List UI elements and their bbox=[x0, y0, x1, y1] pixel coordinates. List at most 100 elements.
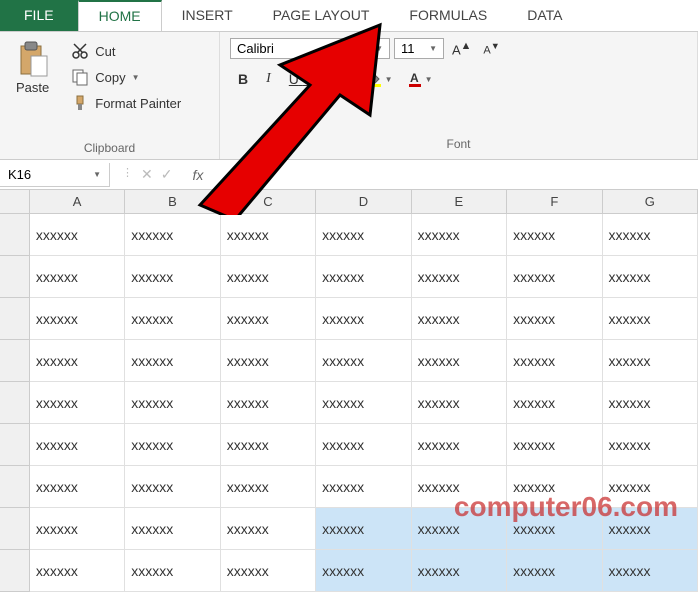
cell[interactable]: xxxxxx bbox=[125, 340, 220, 382]
cell[interactable]: xxxxxx bbox=[125, 508, 220, 550]
column-header[interactable]: B bbox=[125, 190, 220, 214]
tab-formulas[interactable]: FORMULAS bbox=[389, 0, 507, 31]
cell[interactable]: xxxxxx bbox=[221, 424, 316, 466]
cell[interactable]: xxxxxx bbox=[125, 382, 220, 424]
tab-home[interactable]: HOME bbox=[78, 0, 162, 31]
cell[interactable]: xxxxxx bbox=[603, 424, 698, 466]
cell[interactable]: xxxxxx bbox=[507, 508, 602, 550]
column-header[interactable]: E bbox=[412, 190, 507, 214]
cell[interactable]: xxxxxx bbox=[412, 424, 507, 466]
cell[interactable]: xxxxxx bbox=[603, 466, 698, 508]
row-header[interactable] bbox=[0, 466, 30, 508]
cell[interactable]: xxxxxx bbox=[603, 256, 698, 298]
cell[interactable]: xxxxxx bbox=[507, 382, 602, 424]
copy-button[interactable]: Copy ▼ bbox=[67, 66, 185, 88]
cell[interactable]: xxxxxx bbox=[125, 214, 220, 256]
cell[interactable]: xxxxxx bbox=[507, 340, 602, 382]
cell[interactable]: xxxxxx bbox=[30, 298, 125, 340]
column-header[interactable]: G bbox=[603, 190, 698, 214]
row-header[interactable] bbox=[0, 340, 30, 382]
cell[interactable]: xxxxxx bbox=[603, 382, 698, 424]
cell[interactable]: xxxxxx bbox=[316, 550, 411, 592]
cell[interactable]: xxxxxx bbox=[30, 214, 125, 256]
row-header[interactable] bbox=[0, 550, 30, 592]
cell[interactable]: xxxxxx bbox=[412, 214, 507, 256]
cell[interactable]: xxxxxx bbox=[507, 550, 602, 592]
cell[interactable]: xxxxxx bbox=[30, 256, 125, 298]
row-header[interactable] bbox=[0, 298, 30, 340]
cell[interactable]: xxxxxx bbox=[221, 214, 316, 256]
row-header[interactable] bbox=[0, 382, 30, 424]
select-all-corner[interactable] bbox=[0, 190, 30, 214]
cell[interactable]: xxxxxx bbox=[603, 550, 698, 592]
cell[interactable]: xxxxxx bbox=[221, 340, 316, 382]
cell[interactable]: xxxxxx bbox=[316, 424, 411, 466]
bold-button[interactable]: B bbox=[230, 67, 256, 91]
column-header[interactable]: A bbox=[30, 190, 125, 214]
decrease-font-button[interactable]: A▼ bbox=[479, 38, 503, 59]
tab-insert[interactable]: INSERT bbox=[162, 0, 253, 31]
cell[interactable]: xxxxxx bbox=[30, 382, 125, 424]
fx-label[interactable]: fx bbox=[184, 167, 211, 183]
cell[interactable]: xxxxxx bbox=[30, 340, 125, 382]
cell[interactable]: xxxxxx bbox=[603, 298, 698, 340]
cell[interactable]: xxxxxx bbox=[507, 424, 602, 466]
font-size-select[interactable]: 11 ▼ bbox=[394, 38, 444, 59]
row-header[interactable] bbox=[0, 424, 30, 466]
tab-page-layout[interactable]: PAGE LAYOUT bbox=[253, 0, 390, 31]
name-box[interactable]: K16 ▼ bbox=[0, 163, 110, 187]
cell[interactable]: xxxxxx bbox=[30, 508, 125, 550]
cell[interactable]: xxxxxx bbox=[412, 340, 507, 382]
cell[interactable]: xxxxxx bbox=[507, 256, 602, 298]
column-header[interactable]: C bbox=[221, 190, 316, 214]
cell[interactable]: xxxxxx bbox=[221, 298, 316, 340]
cell[interactable]: xxxxxx bbox=[30, 466, 125, 508]
row-header[interactable] bbox=[0, 214, 30, 256]
cell[interactable]: xxxxxx bbox=[30, 550, 125, 592]
cell[interactable]: xxxxxx bbox=[125, 256, 220, 298]
cell[interactable]: xxxxxx bbox=[316, 298, 411, 340]
cell[interactable]: xxxxxx bbox=[603, 214, 698, 256]
cancel-icon[interactable]: ✕ bbox=[141, 166, 153, 183]
cell[interactable]: xxxxxx bbox=[412, 550, 507, 592]
enter-icon[interactable]: ✓ bbox=[161, 166, 173, 183]
row-header[interactable] bbox=[0, 508, 30, 550]
cell[interactable]: xxxxxx bbox=[221, 550, 316, 592]
cell[interactable]: xxxxxx bbox=[221, 256, 316, 298]
cell[interactable]: xxxxxx bbox=[125, 466, 220, 508]
cell[interactable]: xxxxxx bbox=[125, 550, 220, 592]
cut-button[interactable]: Cut bbox=[67, 40, 185, 62]
cell[interactable]: xxxxxx bbox=[316, 382, 411, 424]
column-header[interactable]: F bbox=[507, 190, 602, 214]
cell[interactable]: xxxxxx bbox=[507, 298, 602, 340]
cell[interactable]: xxxxxx bbox=[507, 214, 602, 256]
tab-data[interactable]: DATA bbox=[507, 0, 582, 31]
cell[interactable]: xxxxxx bbox=[316, 340, 411, 382]
cell[interactable]: xxxxxx bbox=[316, 508, 411, 550]
cell[interactable]: xxxxxx bbox=[603, 340, 698, 382]
font-name-select[interactable]: Calibri ▼ bbox=[230, 38, 390, 59]
underline-button[interactable]: U ▼ bbox=[281, 67, 319, 91]
fill-color-button[interactable]: ▼ bbox=[361, 67, 399, 91]
cell[interactable]: xxxxxx bbox=[30, 424, 125, 466]
cell[interactable]: xxxxxx bbox=[603, 508, 698, 550]
cell[interactable]: xxxxxx bbox=[507, 466, 602, 508]
font-color-button[interactable]: A ▼ bbox=[401, 67, 439, 91]
cell[interactable]: xxxxxx bbox=[221, 382, 316, 424]
format-painter-button[interactable]: Format Painter bbox=[67, 92, 185, 114]
cell[interactable]: xxxxxx bbox=[316, 256, 411, 298]
cell[interactable]: xxxxxx bbox=[316, 466, 411, 508]
cell[interactable]: xxxxxx bbox=[221, 466, 316, 508]
cell[interactable]: xxxxxx bbox=[412, 466, 507, 508]
cell[interactable]: xxxxxx bbox=[316, 214, 411, 256]
italic-button[interactable]: I bbox=[258, 67, 279, 91]
border-button[interactable]: ▼ bbox=[321, 67, 359, 91]
cell[interactable]: xxxxxx bbox=[412, 256, 507, 298]
cell[interactable]: xxxxxx bbox=[125, 424, 220, 466]
cell[interactable]: xxxxxx bbox=[412, 382, 507, 424]
increase-font-button[interactable]: A▲ bbox=[448, 38, 475, 59]
tab-file[interactable]: FILE bbox=[0, 0, 78, 31]
cell[interactable]: xxxxxx bbox=[125, 298, 220, 340]
paste-button[interactable]: Paste bbox=[8, 36, 57, 139]
cell[interactable]: xxxxxx bbox=[412, 298, 507, 340]
